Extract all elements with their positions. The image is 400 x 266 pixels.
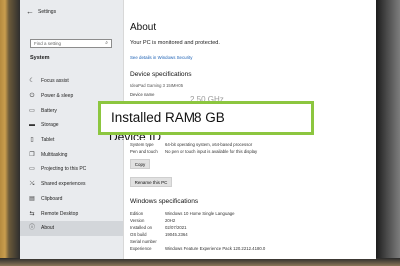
security-link[interactable]: See details in Windows Security (130, 55, 192, 60)
spec-key: Experience (130, 246, 152, 251)
spec-value: No pen or touch input is available for t… (165, 149, 258, 154)
page-title: About (130, 22, 157, 33)
spec-key: Edition (130, 211, 144, 216)
power-icon: ⏻ (29, 93, 35, 100)
sidebar-item-label: Battery (41, 107, 57, 114)
sidebar-item-focus-assist[interactable]: ☾ Focus assist (20, 74, 123, 89)
search-input[interactable]: Find a setting ⌕ (30, 39, 112, 48)
sidebar-item-label: Remote Desktop (41, 210, 79, 217)
spec-row-os-build: OS build 19045.2364 (130, 232, 370, 239)
sidebar-item-label: Shared experiences (41, 181, 86, 188)
sidebar-item-shared-experiences[interactable]: ⤯ Shared experiences (20, 177, 123, 192)
protection-status: Your PC is monitored and protected. (130, 40, 220, 46)
multitasking-icon: ❐ (29, 151, 35, 158)
sidebar-item-label: Projecting to this PC (41, 166, 87, 173)
sidebar-item-label: Clipboard (41, 195, 63, 202)
moon-icon: ☾ (29, 78, 35, 85)
spec-key: Pen and touch (130, 149, 158, 154)
sidebar-item-label: Focus assist (41, 78, 69, 85)
search-icon: ⌕ (105, 40, 108, 46)
device-id-label: Device ID (109, 135, 169, 140)
sidebar-item-label: Tablet (41, 137, 55, 144)
spec-row-experience: Experience Windows Feature Experience Pa… (130, 246, 370, 253)
laptop-bezel-left (0, 0, 20, 266)
spec-key: Version (130, 218, 145, 223)
title-bar: ← Settings (26, 7, 118, 17)
spec-value: 19045.2364 (165, 232, 188, 237)
device-specs-heading: Device specifications (130, 71, 192, 78)
sidebar-item-clipboard[interactable]: ▤ Clipboard (20, 192, 123, 207)
sidebar-item-projecting-to-this-pc[interactable]: ▭ Projecting to this PC (20, 162, 123, 177)
spec-key: System type (130, 142, 154, 147)
sidebar-nav: ☾ Focus assist ⏻ Power & sleep ▭ Battery ▬ Stor… (20, 74, 123, 236)
spec-value: 02/07/2021 (165, 225, 187, 230)
sidebar-item-label: About (41, 225, 55, 232)
installed-ram-value: 8 GB (194, 110, 225, 125)
storage-icon: ▬ (29, 122, 35, 129)
battery-icon: ▭ (29, 107, 35, 114)
sidebar-item-label: Storage (41, 122, 59, 129)
spec-value: Windows Feature Experience Pack 120.2212… (165, 246, 266, 251)
laptop-bezel-right (376, 0, 400, 266)
spec-value: Windows 10 Home Single Language (165, 211, 235, 216)
rename-pc-button[interactable]: Rename this PC (130, 177, 172, 187)
installed-ram-callout: Installed RAM 8 GB (98, 101, 314, 135)
back-arrow-icon[interactable]: ← (26, 7, 34, 17)
app-title: Settings (38, 9, 57, 15)
spec-row-serial: Serial number (130, 239, 370, 246)
device-name-label: Device name (130, 92, 155, 97)
spec-key: OS build (130, 232, 147, 237)
sidebar-item-multitasking[interactable]: ❐ Multitasking (20, 147, 123, 162)
spec-value (165, 239, 370, 246)
spec-row-edition: Edition Windows 10 Home Single Language (130, 211, 370, 218)
spec-row-pen-touch: Pen and touch No pen or touch input is a… (130, 149, 370, 156)
projector-icon: ▭ (29, 166, 35, 173)
tablet-icon: ▯ (30, 137, 34, 144)
section-label: System (30, 55, 50, 61)
copy-button[interactable]: Copy (130, 159, 150, 169)
spec-key: Serial number (130, 239, 157, 244)
sidebar-item-remote-desktop[interactable]: ⇆ Remote Desktop (20, 206, 123, 221)
shared-icon: ⤯ (29, 181, 35, 188)
remote-icon: ⇆ (29, 210, 35, 217)
clipboard-icon: ▤ (29, 195, 35, 202)
spec-value: 20H2 (165, 218, 176, 223)
spec-row-version: Version 20H2 (130, 218, 370, 225)
installed-ram-label: Installed RAM (111, 110, 196, 125)
spec-key: Installed on (130, 225, 152, 230)
sidebar-item-about[interactable]: ⓘ About (20, 220, 123, 236)
sidebar-item-label: Multitasking (41, 151, 68, 158)
sidebar-item-label: Power & sleep (41, 93, 74, 100)
info-icon: ⓘ (28, 225, 35, 232)
windows-specs-heading: Windows specifications (130, 198, 199, 205)
laptop-bezel-bottom (0, 258, 400, 266)
spec-row-installed-on: Installed on 02/07/2021 (130, 225, 370, 232)
spec-value: 64-bit operating system, x64-based proce… (165, 142, 253, 147)
spec-row-system-type: System type 64-bit operating system, x64… (130, 142, 370, 149)
search-placeholder: Find a setting (34, 41, 62, 46)
device-name-value: IdeaPad Gaming 3 15IMH05 (130, 83, 184, 88)
